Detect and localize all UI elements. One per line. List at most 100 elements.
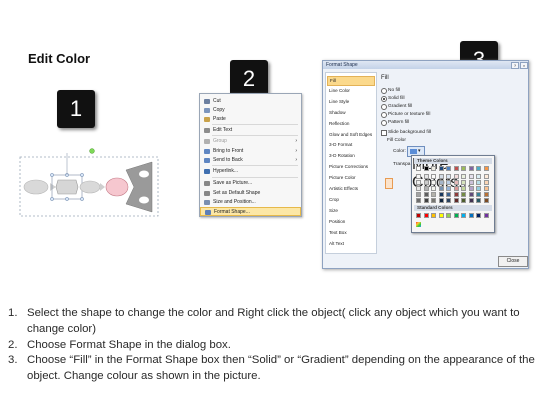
oval-shape-2[interactable] (79, 180, 101, 194)
standard-color-swatch[interactable] (483, 213, 489, 218)
theme-color-shade-swatch[interactable] (461, 198, 466, 203)
theme-color-shade-swatch[interactable] (483, 180, 489, 185)
menu-item-save-as-picture[interactable]: Save as Picture... (200, 179, 301, 188)
category-item[interactable]: Size (329, 207, 375, 215)
theme-color-shade-swatch[interactable] (423, 180, 429, 185)
standard-color-swatch[interactable] (468, 213, 474, 218)
theme-color-shade-swatch[interactable] (483, 186, 489, 191)
category-item[interactable]: Text Box (329, 229, 375, 237)
menu-item-paste[interactable]: Paste (200, 115, 301, 124)
theme-color-shade-swatch[interactable] (476, 198, 481, 203)
theme-color-swatch[interactable] (453, 166, 459, 171)
help-icon[interactable]: ? (511, 62, 519, 69)
menu-item-edit-text[interactable]: Edit Text (200, 126, 301, 135)
menu-item-send-to-back[interactable]: Send to Back › (200, 156, 301, 165)
theme-color-swatch[interactable] (446, 166, 451, 171)
category-item[interactable]: Glow and Soft Edges (329, 131, 375, 139)
standard-color-swatch[interactable] (446, 213, 451, 218)
theme-color-swatch[interactable] (438, 166, 444, 171)
theme-color-shade-swatch[interactable] (453, 180, 459, 185)
fill-option-radio[interactable] (381, 96, 387, 102)
category-item[interactable]: 3-D Format (329, 141, 375, 149)
category-item[interactable]: Picture Corrections (329, 163, 375, 171)
standard-color-swatch[interactable] (438, 213, 444, 218)
menu-item-cut[interactable]: Cut (200, 97, 301, 106)
theme-color-shade-swatch[interactable] (476, 186, 481, 191)
standard-color-swatch[interactable] (416, 213, 421, 218)
theme-color-swatch[interactable] (476, 166, 481, 171)
theme-color-shade-swatch[interactable] (453, 192, 459, 197)
standard-color-swatch[interactable] (461, 213, 466, 218)
menu-item-copy[interactable]: Copy (200, 106, 301, 115)
shape-diagram[interactable] (12, 140, 172, 220)
theme-color-shade-swatch[interactable] (416, 186, 421, 191)
theme-color-shade-swatch[interactable] (461, 186, 466, 191)
category-item[interactable]: Shadow (329, 109, 375, 117)
category-item[interactable]: Alt Text (329, 240, 375, 248)
theme-color-shade-swatch[interactable] (431, 186, 436, 191)
fill-option-radio[interactable] (381, 120, 387, 126)
theme-color-shade-swatch[interactable] (423, 198, 429, 203)
theme-color-swatch[interactable] (468, 166, 474, 171)
theme-color-shade-swatch[interactable] (461, 180, 466, 185)
theme-color-shade-swatch[interactable] (416, 192, 421, 197)
theme-color-shade-swatch[interactable] (431, 180, 436, 185)
theme-color-shade-swatch[interactable] (468, 192, 474, 197)
menu-item-group[interactable]: Group › (200, 137, 301, 146)
close-button[interactable]: Close (498, 256, 528, 267)
theme-color-shade-swatch[interactable] (416, 198, 421, 203)
resize-handle[interactable] (80, 173, 84, 177)
category-item[interactable]: Crop (329, 196, 375, 204)
pink-circle-shape[interactable] (105, 177, 129, 197)
theme-color-shade-swatch[interactable] (453, 198, 459, 203)
theme-color-swatch[interactable] (431, 166, 436, 171)
theme-color-shade-swatch[interactable] (446, 192, 451, 197)
resize-handle[interactable] (50, 173, 54, 177)
menu-item-format-shape[interactable]: Format Shape... (200, 207, 301, 217)
menu-item-hyperlink[interactable]: Hyperlink... (200, 167, 301, 176)
slide-background-checkbox[interactable] (381, 130, 387, 136)
theme-color-shade-swatch[interactable] (476, 192, 481, 197)
theme-color-swatch[interactable] (416, 166, 421, 171)
fill-option-radio[interactable] (381, 104, 387, 110)
category-item[interactable]: Reflection (329, 120, 375, 128)
close-icon[interactable]: × (520, 62, 528, 69)
theme-color-shade-swatch[interactable] (446, 198, 451, 203)
theme-color-shade-swatch[interactable] (483, 192, 489, 197)
rotation-handle[interactable] (89, 148, 95, 154)
theme-color-shade-swatch[interactable] (438, 186, 444, 191)
theme-color-shade-swatch[interactable] (468, 180, 474, 185)
standard-color-swatch[interactable] (453, 213, 459, 218)
theme-color-shade-swatch[interactable] (461, 174, 466, 179)
theme-color-shade-swatch[interactable] (476, 180, 481, 185)
theme-color-shade-swatch[interactable] (416, 180, 421, 185)
fill-option-radio[interactable] (381, 88, 387, 94)
category-item[interactable]: Fill (327, 76, 375, 86)
theme-color-shade-swatch[interactable] (431, 174, 436, 179)
fill-option-radio[interactable] (381, 112, 387, 118)
theme-color-shade-swatch[interactable] (461, 192, 466, 197)
category-item[interactable]: 3-D Rotation (329, 152, 375, 160)
category-item[interactable]: Line Style (329, 98, 375, 106)
theme-color-shade-swatch[interactable] (423, 174, 429, 179)
transparency-slider-thumb[interactable] (385, 178, 393, 189)
category-item[interactable]: Position (329, 218, 375, 226)
theme-color-shade-swatch[interactable] (438, 198, 444, 203)
theme-color-shade-swatch[interactable] (446, 180, 451, 185)
standard-color-swatch[interactable] (423, 213, 429, 218)
theme-color-shade-swatch[interactable] (438, 180, 444, 185)
chevron-shape[interactable] (125, 161, 153, 213)
theme-color-swatch[interactable] (483, 166, 489, 171)
theme-color-shade-swatch[interactable] (438, 174, 444, 179)
oval-shape[interactable] (23, 179, 49, 195)
category-item[interactable]: Picture Color (329, 174, 375, 182)
theme-color-shade-swatch[interactable] (431, 192, 436, 197)
theme-color-shade-swatch[interactable] (423, 186, 429, 191)
theme-color-shade-swatch[interactable] (476, 174, 481, 179)
theme-color-shade-swatch[interactable] (431, 198, 436, 203)
theme-color-shade-swatch[interactable] (453, 186, 459, 191)
theme-color-shade-swatch[interactable] (423, 192, 429, 197)
theme-color-shade-swatch[interactable] (468, 198, 474, 203)
theme-color-shade-swatch[interactable] (416, 174, 421, 179)
resize-handle[interactable] (50, 197, 54, 201)
